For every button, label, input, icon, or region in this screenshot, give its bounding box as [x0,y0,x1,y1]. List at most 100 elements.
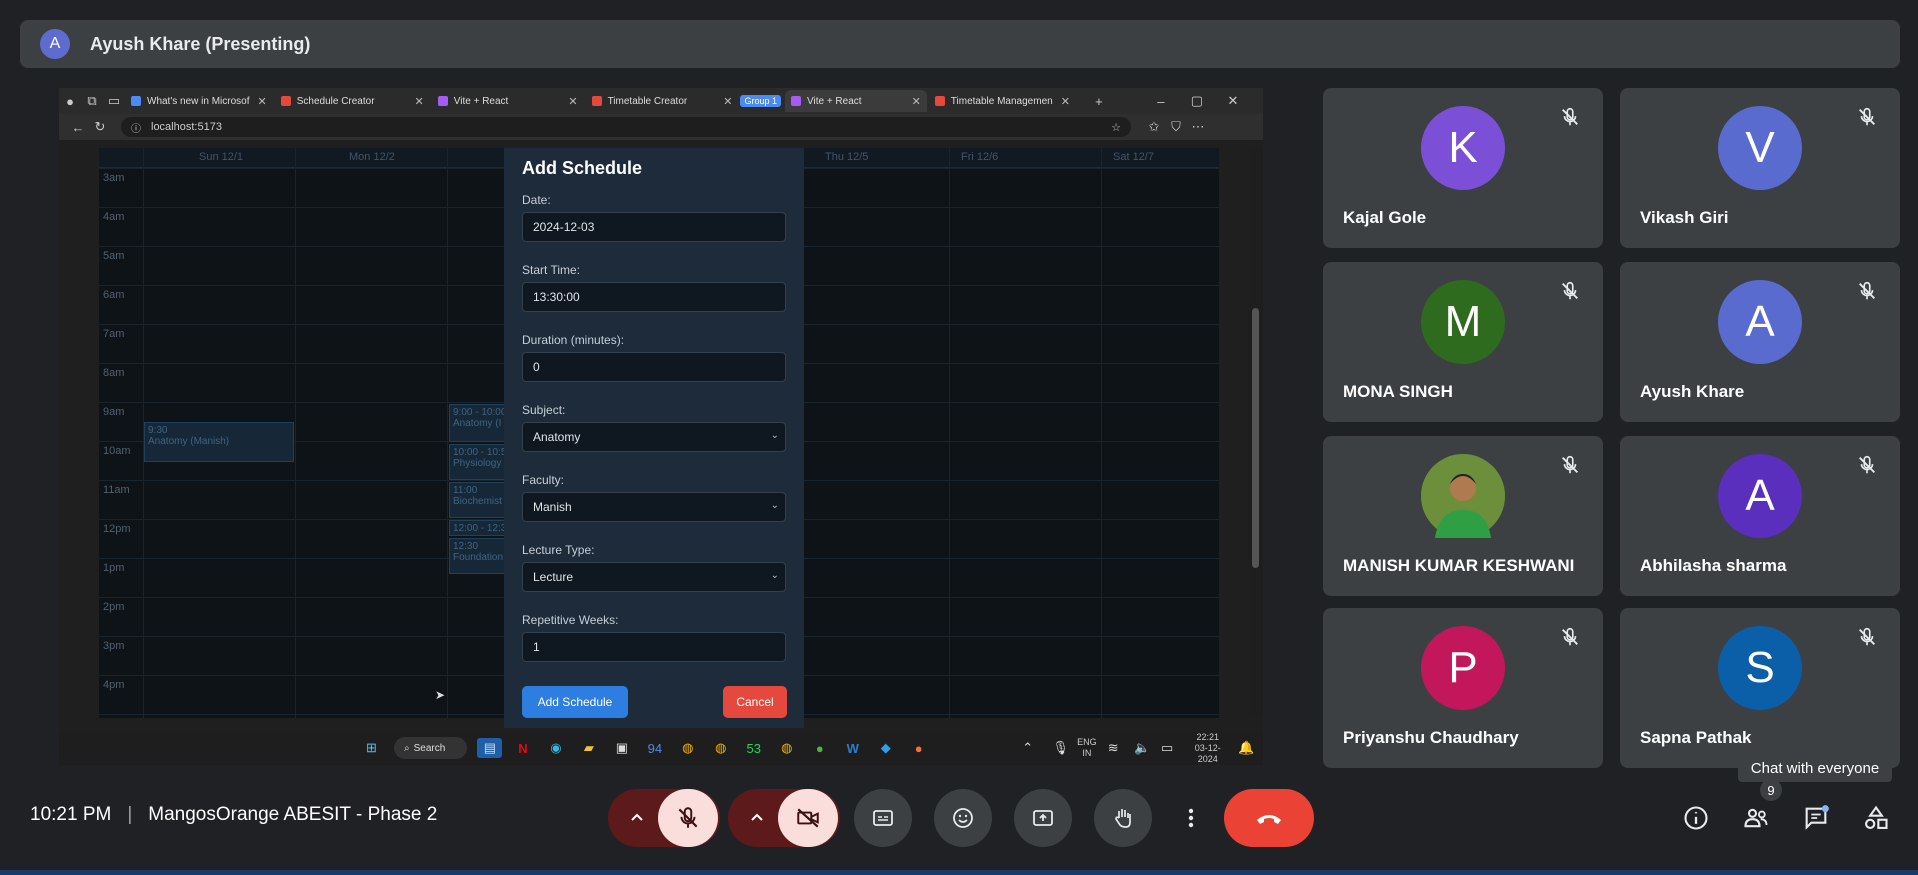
hour-label: 8am [103,367,125,379]
chrome-icon[interactable]: ◍ [675,738,700,758]
vscode-icon[interactable]: ◆ [873,738,898,758]
participant-tile[interactable]: P Priyanshu Chaudhary [1323,608,1603,768]
close-tab-icon[interactable]: ✕ [415,95,424,108]
close-tab-icon[interactable]: ✕ [912,95,921,108]
add-schedule-button[interactable]: Add Schedule [522,686,628,718]
teams-icon[interactable]: 94 [642,738,667,758]
scrollbar-thumb[interactable] [1252,308,1259,568]
collections-icon[interactable]: ⧉ [81,93,103,109]
wifi-icon[interactable]: ≋ [1101,738,1126,758]
favorites-icon[interactable]: ✩ [1143,119,1165,135]
lecture-type-select[interactable]: Lecture ⌄ [522,562,786,592]
day-header: Sun 12/1 [199,151,244,163]
word-icon[interactable]: W [840,738,865,758]
profile-icon[interactable]: ● [59,94,81,109]
reactions-button[interactable] [934,789,992,847]
store-icon[interactable]: ▣ [609,738,634,758]
faculty-select[interactable]: Manish ⌄ [522,492,786,522]
close-tab-icon[interactable]: ✕ [1061,95,1070,108]
close-tab-icon[interactable]: ✕ [568,95,577,108]
shared-screen: ● ⧉ ▭ What's new in Microsof ✕ Schedule C… [59,88,1263,731]
close-tab-icon[interactable]: ✕ [258,95,267,108]
extensions-icon[interactable]: ⛉ [1165,119,1187,135]
calendar-event[interactable]: 12:00 - 12:30 [449,520,509,536]
day-header: Thu 12/5 [825,151,869,163]
participant-tile[interactable]: A Ayush Khare [1620,262,1900,422]
more-options-button[interactable] [1174,789,1208,847]
participant-tile[interactable]: V Vikash Giri [1620,88,1900,248]
chrome-profile-icon[interactable]: ◍ [708,738,733,758]
tab-favicon [790,96,801,106]
activities-icon[interactable] [1862,804,1890,832]
widgets-icon[interactable]: ▤ [477,738,503,758]
repetitive-weeks-input[interactable]: 1 [522,632,786,662]
camera-toggle-button[interactable] [778,789,838,847]
volume-icon[interactable]: 🔈 [1130,738,1155,758]
menu-icon[interactable]: ⋯ [1187,119,1209,135]
close-tab-icon[interactable]: ✕ [723,95,732,108]
favorite-star-icon[interactable]: ☆ [1111,121,1121,134]
language-indicator[interactable]: ENG IN [1077,737,1097,759]
minimize-icon[interactable]: – [1150,94,1172,109]
calendar-event[interactable]: 11:00 Biochemist [449,482,509,518]
calendar-event[interactable]: 9:00 - 10:00 Anatomy (I [449,404,509,442]
file-explorer-icon[interactable]: ▰ [576,738,601,758]
end-call-button[interactable] [1224,789,1314,847]
calendar-event[interactable]: 12:30 Foundation [449,538,509,574]
calendar-event[interactable]: 9:30 Anatomy (Manish) [144,422,294,462]
info-icon[interactable] [1682,804,1710,832]
url-text: localhost:5173 [151,121,222,133]
refresh-icon[interactable]: ↻ [89,119,111,135]
mic-toggle-button[interactable] [658,789,718,847]
present-button[interactable] [1014,789,1072,847]
chat-icon[interactable] [1802,804,1830,832]
tray-chevron-icon[interactable]: ⌃ [1015,738,1040,758]
scrollbar[interactable] [1249,148,1263,718]
browser-tab[interactable]: Vite + React ✕ [432,90,584,112]
participant-name: Abhilasha sharma [1640,556,1787,575]
participant-tile[interactable]: S Sapna Pathak [1620,608,1900,768]
calendar-event[interactable]: 10:00 - 10:50 Physiology [449,444,509,480]
participant-name: Kajal Gole [1343,208,1427,227]
lang-code: ENG [1077,737,1097,747]
browser-tab[interactable]: What's new in Microsof ✕ [125,90,273,112]
url-field[interactable]: ⓘ localhost:5173 ☆ [121,117,1131,137]
participant-tile[interactable]: K Kajal Gole [1323,88,1603,248]
mongodb-icon[interactable]: ● [807,738,832,758]
new-tab-icon[interactable]: + [1088,94,1110,109]
people-icon[interactable] [1742,804,1770,832]
raise-hand-icon [1115,809,1131,828]
maximize-icon[interactable]: ▢ [1186,93,1208,109]
browser-tab-active[interactable]: Vite + React ✕ [784,90,927,112]
tab-favicon [437,96,448,106]
netflix-icon[interactable]: N [510,738,535,758]
microphone-icon[interactable]: 🎙 [1048,738,1073,758]
site-info-icon[interactable]: ⓘ [131,120,141,135]
browser-tab[interactable]: Schedule Creator ✕ [275,90,430,112]
edge-icon[interactable]: ◉ [543,738,568,758]
chrome-profile-2-icon[interactable]: ◍ [774,738,799,758]
browser-tab[interactable]: Timetable Managemen ✕ [929,90,1076,112]
battery-icon[interactable]: ▭ [1155,738,1180,758]
windows-start-icon[interactable]: ⊞ [359,738,384,758]
back-icon[interactable]: ← [67,120,89,135]
subject-select[interactable]: Anatomy ⌄ [522,422,786,452]
browser-tab[interactable]: Timetable Creator ✕ [586,90,739,112]
cancel-button[interactable]: Cancel [723,686,787,718]
taskbar-search[interactable]: ⌕ Search [393,737,468,759]
start-time-input[interactable]: 13:30:00 [522,282,786,312]
raise-hand-button[interactable] [1094,789,1152,847]
participant-tile[interactable]: MANISH KUMAR KESHWANI [1323,436,1603,596]
close-window-icon[interactable]: ✕ [1222,93,1244,109]
tab-group-label[interactable]: Group 1 [740,95,781,107]
notification-bell-icon[interactable]: 🔔 [1234,738,1259,758]
participant-tile[interactable]: M MONA SINGH [1323,262,1603,422]
whatsapp-icon[interactable]: 53 [741,738,766,758]
duration-input[interactable]: 0 [522,352,786,382]
postman-icon[interactable]: ● [906,738,931,758]
tab-actions-icon[interactable]: ▭ [103,93,125,109]
date-input[interactable]: 2024-12-03 [522,212,786,242]
captions-button[interactable] [854,789,912,847]
system-clock[interactable]: 22:21 03-12-2024 [1186,732,1230,765]
participant-tile[interactable]: A Abhilasha sharma [1620,436,1900,596]
